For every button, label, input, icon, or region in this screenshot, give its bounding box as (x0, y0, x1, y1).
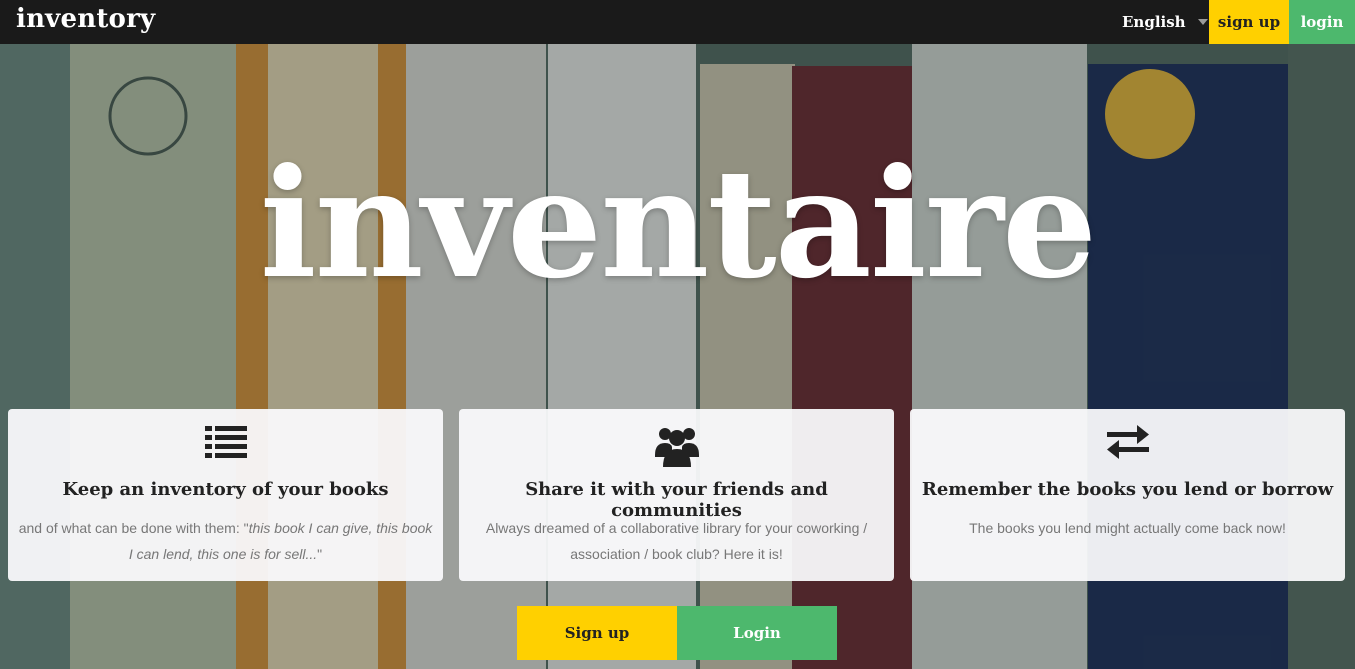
users-icon (654, 425, 699, 471)
list-icon (204, 425, 247, 465)
login-button[interactable]: Login (677, 606, 837, 660)
signup-button[interactable]: Sign up (517, 606, 677, 660)
feature-description: The books you lend might actually come b… (969, 520, 1286, 536)
nav-login-button[interactable]: login (1289, 0, 1355, 44)
chevron-down-icon (1197, 19, 1208, 25)
brand-logo[interactable]: inventory (16, 4, 155, 34)
feature-title: Keep an inventory of your books (62, 479, 389, 500)
feature-card-lend: Remember the books you lend or borrow Th… (910, 409, 1345, 581)
feature-title: Remember the books you lend or borrow (921, 479, 1334, 500)
feature-card-inventory: Keep an inventory of your books and of w… (8, 409, 443, 581)
feature-description: Always dreamed of a collaborative librar… (485, 520, 868, 562)
nav-signup-button[interactable]: sign up (1209, 0, 1289, 44)
feature-card-share: Share it with your friends and communiti… (459, 409, 894, 581)
top-navbar: inventory English sign up login (0, 0, 1355, 44)
hero-title: inventaire (259, 136, 1098, 312)
exchange-icon (1106, 425, 1149, 463)
language-label: English (1122, 13, 1186, 31)
language-selector[interactable]: English (1112, 0, 1208, 44)
feature-description: and of what can be done with them: "this… (18, 520, 433, 562)
